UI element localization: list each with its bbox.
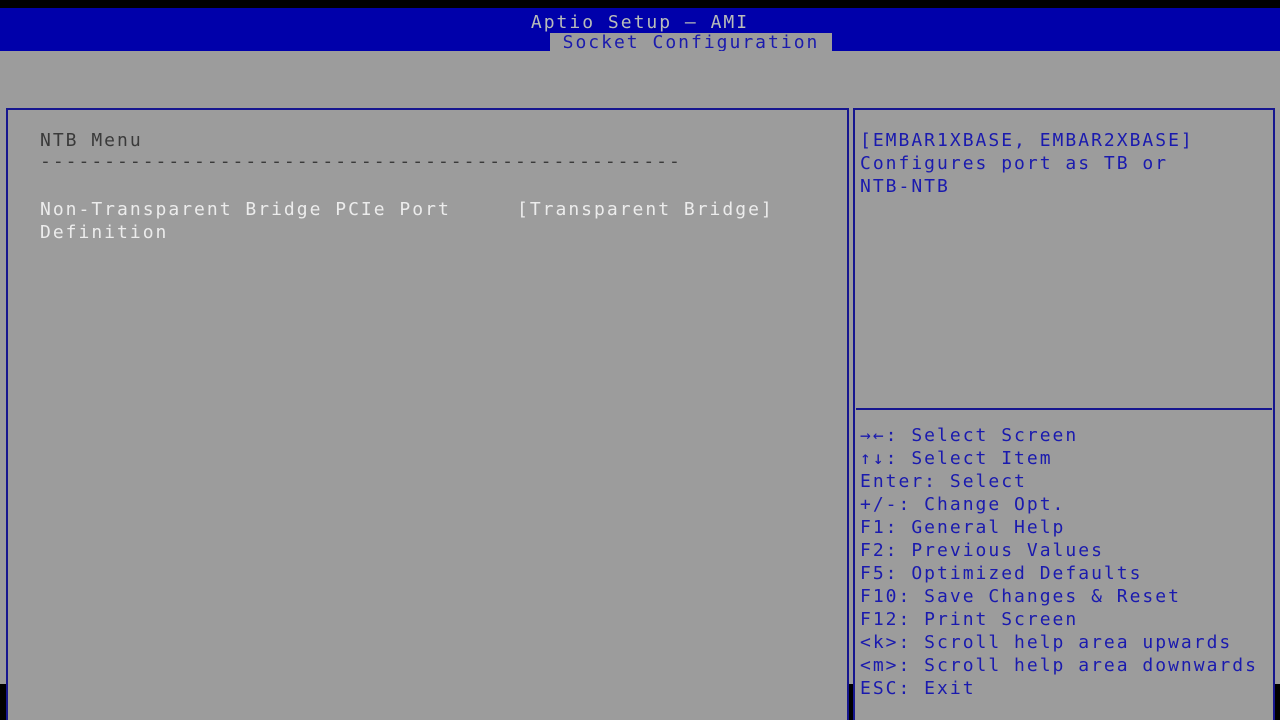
menu-title: NTB Menu	[40, 129, 143, 152]
help-line: Configures port as TB or	[860, 152, 1270, 175]
legend-row-f2-previous-values: F2: Previous Values	[860, 539, 1272, 562]
legend-row-f12-print-screen: F12: Print Screen	[860, 608, 1272, 631]
legend-row-m-scroll-down: <m>: Scroll help area downwards	[860, 654, 1272, 677]
help-line: NTB-NTB	[860, 175, 1270, 198]
legend-row-f10-save-changes-reset: F10: Save Changes & Reset	[860, 585, 1272, 608]
help-panel: [EMBAR1XBASE, EMBAR2XBASE] Configures po…	[853, 108, 1275, 720]
help-divider	[856, 408, 1272, 410]
help-line: [EMBAR1XBASE, EMBAR2XBASE]	[860, 129, 1270, 152]
menu-separator: ----------------------------------------…	[40, 150, 682, 173]
setting-value: [Transparent Bridge]	[517, 198, 774, 221]
legend-row-f5-optimized-defaults: F5: Optimized Defaults	[860, 562, 1272, 585]
legend-row-f1-general-help: F1: General Help	[860, 516, 1272, 539]
bios-setup-screen: Aptio Setup – AMI Socket Configuration N…	[0, 0, 1280, 720]
legend-row-esc-exit: ESC: Exit	[860, 677, 1272, 700]
settings-panel: NTB Menu -------------------------------…	[6, 108, 849, 720]
legend-row-select-screen: →←: Select Screen	[860, 424, 1272, 447]
tab-socket-configuration[interactable]: Socket Configuration	[550, 33, 832, 51]
help-text: [EMBAR1XBASE, EMBAR2XBASE] Configures po…	[860, 129, 1270, 198]
setting-label: Non-Transparent Bridge PCIe Port Definit…	[40, 198, 505, 244]
legend-row-change-opt: +/-: Change Opt.	[860, 493, 1272, 516]
main-area: NTB Menu -------------------------------…	[0, 51, 1280, 684]
setting-non-transparent-bridge-pcie-port-definition[interactable]: Non-Transparent Bridge PCIe Port Definit…	[8, 196, 847, 244]
legend-row-select-item: ↑↓: Select Item	[860, 447, 1272, 470]
legend-row-enter-select: Enter: Select	[860, 470, 1272, 493]
app-title: Aptio Setup – AMI	[0, 11, 1280, 34]
legend-row-k-scroll-up: <k>: Scroll help area upwards	[860, 631, 1272, 654]
key-legend: →←: Select Screen ↑↓: Select Item Enter:…	[860, 424, 1272, 700]
